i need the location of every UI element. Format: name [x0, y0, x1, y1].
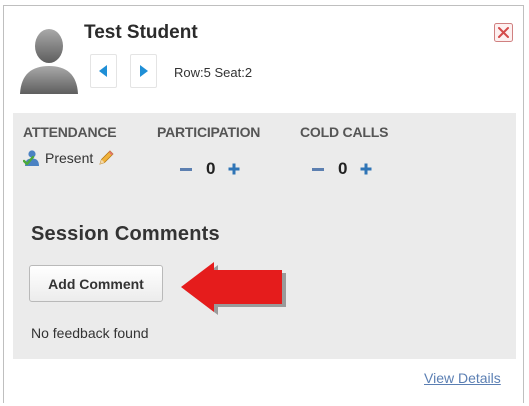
close-icon[interactable]	[493, 22, 514, 43]
previous-student-button[interactable]	[90, 54, 117, 88]
cold-calls-plus-button[interactable]	[360, 158, 372, 180]
attendance-status: Present	[23, 147, 115, 169]
student-card: Test Student Row:5 Seat:2 ATTENDANCE PAR…	[3, 5, 524, 403]
session-comments-title: Session Comments	[31, 223, 220, 245]
plus-icon	[360, 163, 372, 175]
avatar	[20, 29, 78, 94]
participation-count: 0	[206, 159, 216, 178]
triangle-left-icon	[99, 65, 107, 77]
attendance-heading: ATTENDANCE	[23, 124, 117, 140]
cold-calls-minus-button[interactable]	[311, 158, 325, 180]
triangle-right-icon	[140, 65, 148, 77]
next-student-button[interactable]	[130, 54, 157, 88]
add-comment-button[interactable]: Add Comment	[29, 265, 163, 302]
cold-calls-counter: 0	[311, 158, 372, 180]
participation-counter: 0	[179, 158, 240, 180]
attendance-value: Present	[45, 150, 94, 166]
cold-calls-heading: COLD CALLS	[300, 124, 389, 140]
person-check-icon	[23, 150, 39, 166]
pencil-icon[interactable]	[97, 149, 115, 167]
view-details-link[interactable]: View Details	[424, 370, 501, 386]
red-arrow-annotation	[181, 262, 286, 315]
student-stats-panel: ATTENDANCE PARTICIPATION COLD CALLS Pres…	[13, 113, 516, 359]
participation-heading: PARTICIPATION	[157, 124, 261, 140]
no-feedback-text: No feedback found	[31, 325, 149, 341]
student-name: Test Student	[84, 22, 198, 43]
row-seat-text: Row:5 Seat:2	[174, 65, 253, 80]
plus-icon	[228, 163, 240, 175]
cold-calls-count: 0	[338, 159, 348, 178]
participation-minus-button[interactable]	[179, 158, 193, 180]
participation-plus-button[interactable]	[228, 158, 240, 180]
